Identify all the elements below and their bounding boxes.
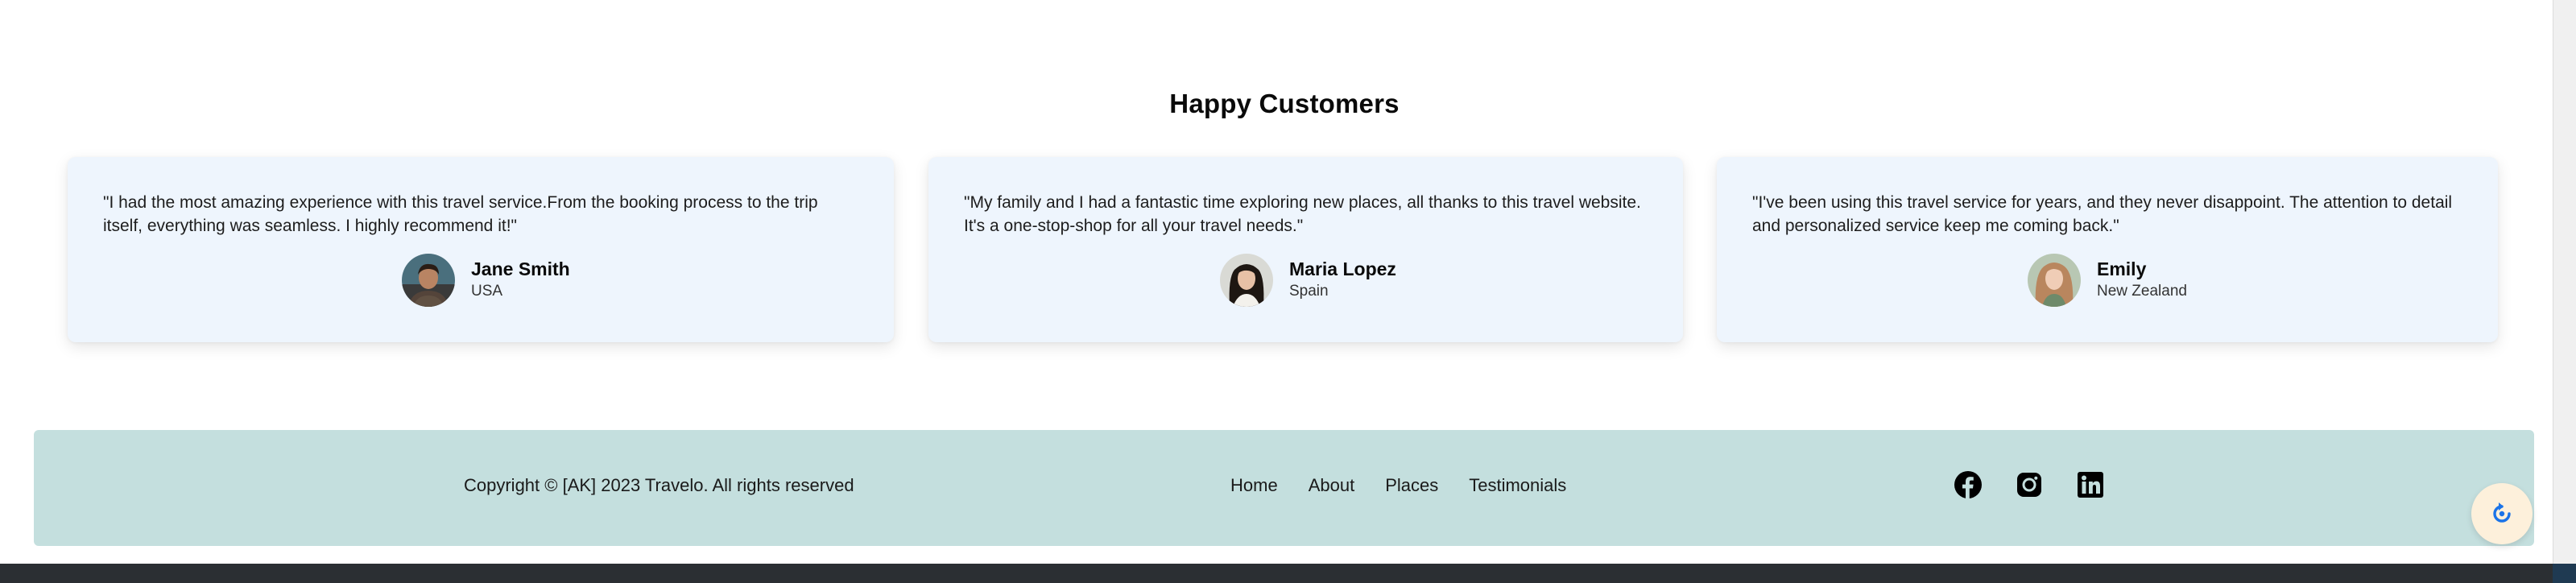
refresh-icon (2493, 502, 2511, 523)
footer: Copyright © [AK] 2023 Travelo. All right… (34, 430, 2534, 546)
author-name: Jane Smith (471, 258, 570, 279)
author-country: Spain (1289, 283, 1329, 300)
scrollbar[interactable] (2553, 0, 2576, 564)
testimonial-author: Jane Smith USA (402, 254, 570, 307)
author-name: Maria Lopez (1289, 258, 1396, 279)
author-name: Emily (2097, 258, 2147, 279)
testimonial-quote: "My family and I had a fantastic time ex… (964, 193, 1641, 235)
avatar (402, 254, 455, 307)
testimonial-quote: "I had the most amazing experience with … (103, 193, 818, 235)
footer-link-home[interactable]: Home (1230, 475, 1278, 496)
taskbar-corner (2553, 564, 2576, 583)
facebook-icon[interactable] (1954, 470, 1983, 499)
taskbar (0, 564, 2576, 583)
refresh-button[interactable] (2471, 483, 2533, 544)
testimonial-card: "I've been using this travel service for… (1717, 157, 2498, 342)
copyright-text: Copyright © [AK] 2023 Travelo. All right… (464, 475, 854, 495)
testimonial-quote: "I've been using this travel service for… (1752, 193, 2453, 235)
author-country: New Zealand (2097, 283, 2187, 300)
section-title: Happy Customers (1169, 89, 1400, 118)
footer-link-about[interactable]: About (1309, 475, 1355, 496)
social-links (1954, 470, 2137, 499)
page: Happy Customers "I had the most amazing … (0, 0, 2553, 564)
footer-link-places[interactable]: Places (1385, 475, 1438, 496)
instagram-icon[interactable] (2015, 470, 2044, 499)
avatar (2028, 254, 2081, 307)
avatar (1220, 254, 1273, 307)
testimonial-card: "I had the most amazing experience with … (68, 157, 894, 342)
testimonial-author: Emily New Zealand (2028, 254, 2187, 307)
linkedin-icon[interactable] (2076, 470, 2105, 499)
footer-nav: Home About Places Testimonials (1230, 475, 1597, 496)
footer-link-testimonials[interactable]: Testimonials (1469, 475, 1566, 496)
author-country: USA (471, 283, 503, 300)
testimonial-card: "My family and I had a fantastic time ex… (928, 157, 1683, 342)
testimonial-author: Maria Lopez Spain (1220, 254, 1396, 307)
